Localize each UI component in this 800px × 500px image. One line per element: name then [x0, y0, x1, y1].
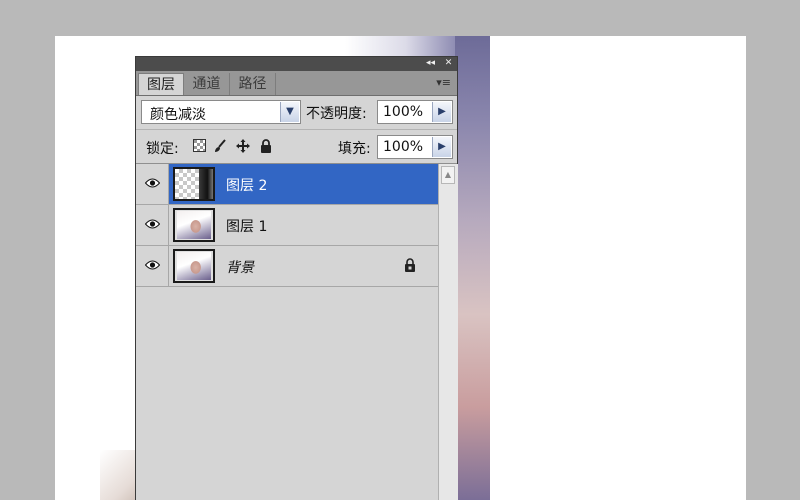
close-icon[interactable]: ✕ [442, 58, 455, 69]
layer-main[interactable]: 背景 [169, 246, 438, 286]
blend-opacity-row: 颜色减淡 ▼ 不透明度: 100% ▶ [136, 96, 457, 130]
thumbnail-content [177, 252, 211, 280]
opacity-value[interactable]: 100% [383, 104, 423, 120]
layer-thumbnail[interactable] [173, 208, 215, 242]
visibility-toggle[interactable] [136, 205, 169, 245]
lock-image-icon[interactable] [213, 139, 227, 153]
layer-main[interactable]: 图层 1 [169, 205, 438, 245]
visibility-toggle[interactable] [136, 164, 169, 204]
tab-channels[interactable]: 通道 [184, 73, 230, 95]
lock-position-icon[interactable] [236, 139, 250, 153]
blend-mode-select[interactable]: 颜色减淡 ▼ [141, 100, 301, 124]
panel-tabbar: 图层 通道 路径 ▾≡ [136, 71, 457, 96]
chevron-down-icon[interactable]: ▼ [280, 102, 299, 122]
layer-name[interactable]: 图层 2 [226, 175, 267, 195]
collapse-icon[interactable]: ◂◂ [424, 58, 437, 69]
eye-icon[interactable] [145, 178, 160, 188]
thumbnail-content [199, 169, 213, 199]
lock-label: 锁定: [146, 141, 179, 157]
visibility-toggle[interactable] [136, 246, 169, 286]
layers-scrollbar[interactable]: ▲ [438, 164, 458, 500]
opacity-field[interactable]: 100% ▶ [377, 100, 453, 124]
opacity-label: 不透明度: [306, 106, 367, 122]
scroll-up-icon[interactable]: ▲ [441, 166, 455, 184]
lock-transparent-icon[interactable] [192, 139, 206, 153]
layer-thumbnail[interactable] [173, 249, 215, 283]
fill-slider-arrow-icon[interactable]: ▶ [432, 137, 451, 157]
fill-label: 填充: [338, 141, 371, 157]
layer-row-background[interactable]: 背景 [136, 246, 438, 287]
layer-row-layer-2[interactable]: 图层 2 [136, 164, 438, 205]
blend-mode-value: 颜色减淡 [150, 107, 206, 123]
lock-all-icon[interactable] [259, 139, 273, 153]
lock-fill-row: 锁定: 填充: 100% ▶ [136, 130, 457, 164]
eye-icon[interactable] [145, 219, 160, 229]
thumbnail-content [177, 211, 211, 239]
layers-list: 图层 2 图层 1 背景 [136, 164, 438, 500]
fill-value[interactable]: 100% [383, 139, 423, 155]
panel-titlebar[interactable]: ◂◂ ✕ [136, 57, 457, 71]
tab-layers[interactable]: 图层 [138, 73, 184, 95]
layer-name[interactable]: 图层 1 [226, 216, 267, 236]
image-placeholder-strip [455, 36, 490, 500]
layer-name[interactable]: 背景 [226, 257, 254, 277]
fill-field[interactable]: 100% ▶ [377, 135, 453, 159]
lock-icon [405, 258, 415, 272]
tab-paths[interactable]: 路径 [230, 73, 276, 95]
layer-row-layer-1[interactable]: 图层 1 [136, 205, 438, 246]
panel-menu-icon[interactable]: ▾≡ [436, 76, 451, 89]
layer-thumbnail[interactable] [173, 167, 215, 201]
layers-panel: ◂◂ ✕ 图层 通道 路径 ▾≡ 颜色减淡 ▼ 不透明度: 100% ▶ 锁定: [135, 56, 458, 500]
eye-icon[interactable] [145, 260, 160, 270]
layer-main[interactable]: 图层 2 [169, 164, 438, 204]
opacity-slider-arrow-icon[interactable]: ▶ [432, 102, 451, 122]
image-placeholder-bottom [100, 450, 140, 500]
